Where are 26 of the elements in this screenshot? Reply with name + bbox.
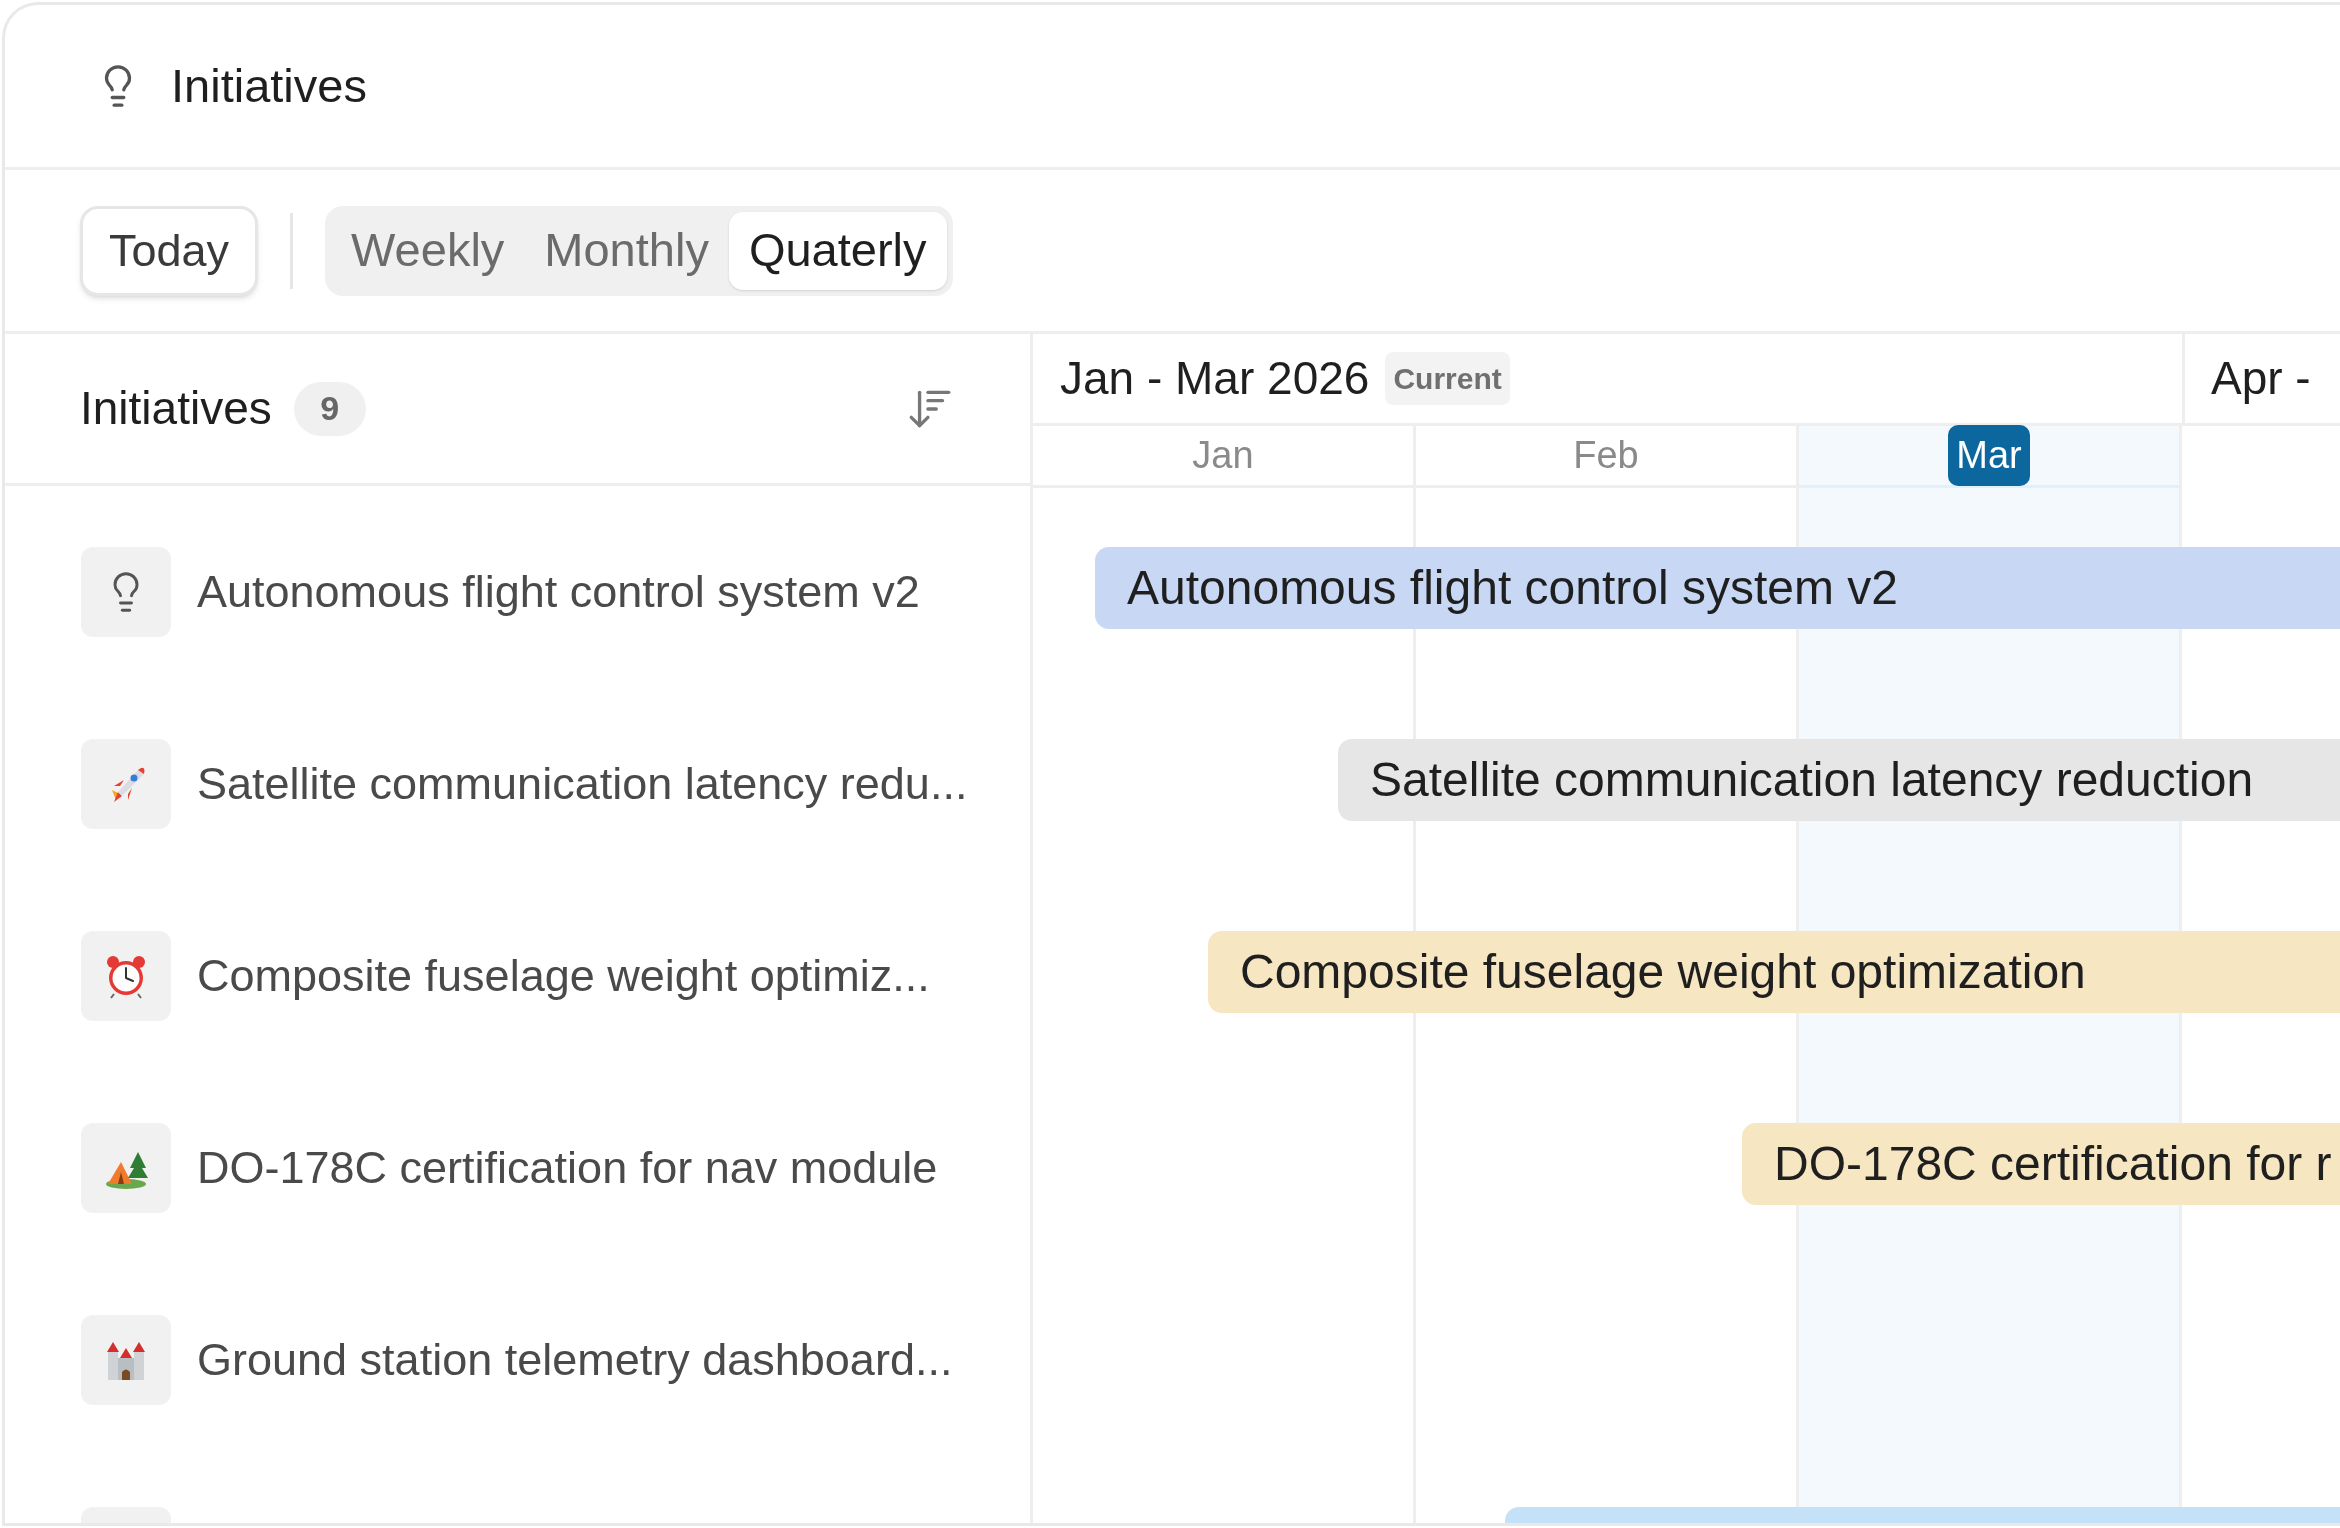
view-tab[interactable]: Quaterly — [728, 211, 947, 290]
list-title: Initiatives — [80, 381, 272, 436]
bar-label: Satellite communication latency reduction — [1370, 752, 2254, 808]
timeline-bar[interactable]: Composite fuselage weight optimization — [1208, 931, 2340, 1013]
quarter-label: Jan - Mar 2026 — [1060, 351, 1370, 406]
initiative-name[interactable]: Autonomous flight control system v2 — [197, 558, 920, 626]
page-title: Initiatives — [171, 57, 367, 114]
quarter-label: Apr - — [2211, 351, 2311, 406]
current-badge: Current — [1385, 352, 1510, 405]
month-label: Mar — [1948, 425, 2030, 486]
view-tab[interactable]: Monthly — [524, 211, 729, 290]
initiative-name[interactable]: Ground station telemetry dashboard... — [197, 1326, 953, 1394]
today-button[interactable]: Today — [80, 205, 259, 296]
initiative-name[interactable]: Satellite communication latency redu... — [197, 750, 968, 818]
initiative-name[interactable]: DO-178C certification for nav module — [197, 1134, 938, 1202]
timeline-bar[interactable]: DO-178C certification for r — [1742, 1123, 2340, 1205]
count-badge: 9 — [293, 381, 366, 436]
bar-label: DO-178C certification for r — [1774, 1136, 2332, 1192]
month-label: Feb — [1573, 433, 1639, 478]
bar-label: Autonomous flight control system v2 — [1127, 560, 1899, 616]
month-label: Jan — [1192, 433, 1254, 478]
timeline-bar[interactable]: Autonomous flight control system v2 — [1095, 547, 2340, 629]
timeline-bar[interactable]: Satellite communication latency reduction — [1338, 739, 2340, 821]
initiative-name[interactable]: Composite fuselage weight optimiz... — [197, 942, 930, 1010]
bar-label: Composite fuselage weight optimization — [1240, 944, 2086, 1000]
view-tab[interactable]: Weekly — [331, 211, 525, 290]
